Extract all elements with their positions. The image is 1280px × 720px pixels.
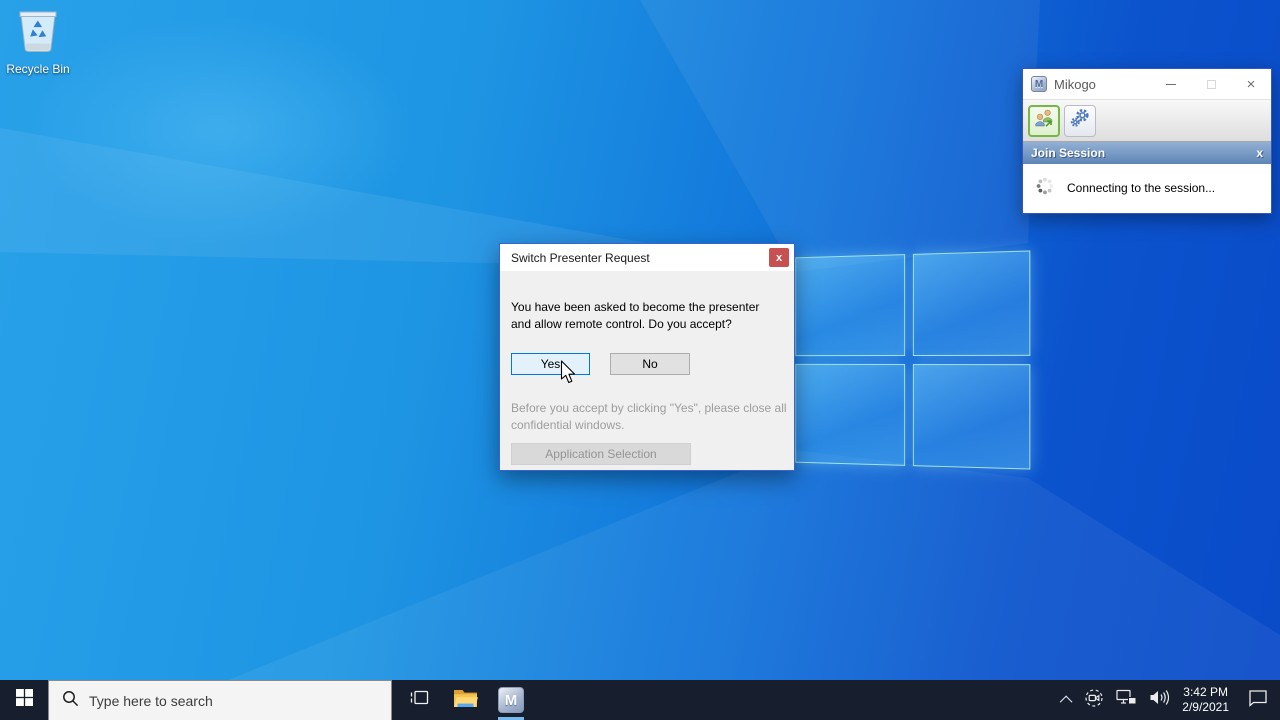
mikogo-titlebar[interactable]: M Mikogo × (1023, 69, 1271, 99)
speaker-icon (1149, 689, 1169, 711)
maximize-button (1191, 69, 1231, 99)
wallpaper-window-pane (913, 364, 1030, 470)
minimize-icon (1166, 84, 1176, 85)
file-explorer-button[interactable] (442, 680, 488, 720)
join-session-status: Connecting to the session... (1067, 181, 1215, 195)
mikogo-logo-icon: M (1031, 76, 1047, 92)
dialog-titlebar[interactable]: Switch Presenter Request x (500, 244, 794, 271)
dialog-message-line2: and allow remote control. Do you accept? (511, 316, 759, 333)
taskbar: M (0, 680, 1280, 720)
taskbar-search[interactable] (48, 680, 392, 720)
join-session-close-icon[interactable]: x (1256, 146, 1263, 160)
search-input[interactable] (89, 693, 359, 709)
meet-now-icon (1084, 688, 1104, 713)
clock-time: 3:42 PM (1182, 685, 1229, 700)
switch-presenter-dialog: Switch Presenter Request x You have been… (499, 243, 795, 471)
participants-switch-icon (1034, 108, 1055, 134)
dialog-message: You have been asked to become the presen… (511, 299, 759, 334)
volume-button[interactable] (1143, 680, 1175, 720)
maximize-icon (1207, 80, 1216, 89)
dialog-note-line1: Before you accept by clicking "Yes", ple… (511, 400, 787, 417)
mikogo-taskbar-button[interactable]: M (488, 680, 534, 720)
task-view-button[interactable] (396, 680, 442, 720)
mikogo-app-icon: M (498, 687, 524, 713)
gears-icon (1070, 108, 1090, 133)
system-tray: 3:42 PM 2/9/2021 (1057, 680, 1280, 720)
recycle-bin-shortcut[interactable]: Recycle Bin (5, 8, 71, 76)
windows-start-icon (16, 689, 33, 711)
task-view-icon (410, 689, 429, 711)
recycle-bin-label: Recycle Bin (5, 62, 71, 76)
dialog-close-button[interactable]: x (769, 248, 789, 267)
network-button[interactable] (1110, 680, 1143, 720)
recycle-bin-icon (15, 43, 61, 60)
file-explorer-icon (453, 688, 478, 713)
no-button[interactable]: No (610, 353, 690, 375)
wallpaper-window-pane (795, 364, 905, 466)
application-selection-button: Application Selection (511, 443, 691, 465)
network-icon (1116, 689, 1137, 711)
search-icon (62, 690, 79, 712)
action-center-icon (1248, 689, 1268, 712)
dialog-note-line2: confidential windows. (511, 417, 787, 434)
join-session-title: Join Session (1031, 146, 1256, 160)
tray-expand-button[interactable] (1057, 680, 1078, 720)
wallpaper-window-pane (913, 250, 1030, 356)
windows-logo-wallpaper (795, 250, 1030, 469)
dialog-message-line1: You have been asked to become the presen… (511, 299, 759, 316)
yes-button[interactable]: Yes (511, 353, 590, 375)
close-icon: x (776, 252, 782, 264)
spinner-icon (1036, 177, 1054, 200)
desktop: Recycle Bin M Mikogo × (0, 0, 1280, 720)
dialog-title: Switch Presenter Request (511, 251, 650, 265)
chevron-up-icon (1060, 695, 1073, 708)
close-icon: × (1247, 77, 1256, 92)
close-button[interactable]: × (1231, 69, 1271, 99)
mikogo-toolbar (1023, 99, 1271, 142)
meet-now-button[interactable] (1078, 680, 1110, 720)
taskbar-clock[interactable]: 3:42 PM 2/9/2021 (1175, 685, 1236, 715)
dialog-body: You have been asked to become the presen… (500, 271, 794, 471)
mikogo-window: M Mikogo × (1022, 68, 1272, 214)
session-button[interactable] (1028, 105, 1060, 137)
dialog-note: Before you accept by clicking "Yes", ple… (511, 400, 787, 435)
minimize-button[interactable] (1151, 69, 1191, 99)
mikogo-window-title: Mikogo (1054, 77, 1151, 92)
action-center-button[interactable] (1236, 680, 1280, 720)
start-button[interactable] (0, 680, 48, 720)
wallpaper-window-pane (795, 254, 905, 356)
join-session-header: Join Session x (1023, 142, 1271, 164)
join-session-panel: Connecting to the session... (1023, 164, 1271, 212)
clock-date: 2/9/2021 (1182, 700, 1229, 715)
settings-button[interactable] (1064, 105, 1096, 137)
